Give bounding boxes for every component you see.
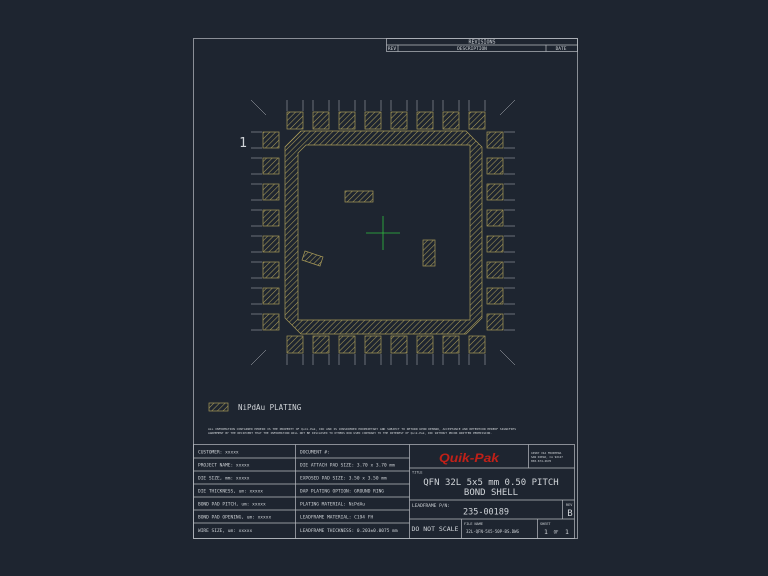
lead-pad-left [262,131,280,149]
lead-pad-bottom [390,335,408,354]
center-crosshair [366,216,400,250]
die-thickness-field: DIE THICKNESS, um: xxxxx [198,489,263,495]
file-name-label: FILE NAME [464,522,483,526]
title-label: TITLE [412,471,423,475]
leadframe-material-field: LEADFRAME MATERIAL: C194 FH [300,515,373,521]
lead-pad-top [338,111,356,130]
engineering-drawing: REVISIONS REV DESCRIPTION DATE 1 NiPdAu … [193,38,578,539]
lead-pad-left [262,209,280,227]
lead-pad-left [262,157,280,175]
lead-pad-top [286,111,304,130]
leadframe-pn-value: 235-00189 [463,508,509,518]
pin-tick [499,349,516,366]
sheet-number: 1 [544,528,548,536]
drawing-title-line-2: BOND SHELL [464,488,518,498]
leadframe-thickness-field: LEADFRAME THICKNESS: 0.203±0.0075 mm [300,528,398,534]
lead-pad-top [312,111,330,130]
lead-pad-top [416,111,434,130]
rev-col-header: REV [388,46,396,52]
lead-pad-left [262,313,280,331]
plated-patch-top [344,190,374,203]
pin-tick [250,99,267,116]
lead-pad-left [262,183,280,201]
lead-pad-bottom [286,335,304,354]
date-col-header: DATE [556,46,567,52]
description-col-header: DESCRIPTION [457,46,487,52]
lead-pad-right [486,183,504,201]
lead-pad-left [262,261,280,279]
bond-pad-pitch-field: BOND PAD PITCH, um: xxxxx [198,502,266,508]
lead-pad-right [486,287,504,305]
qfn-package-drawing: 1 [239,99,516,366]
sheet-of: OF [554,530,559,535]
company-logo: Quik-Pak [439,451,501,465]
pin-one-marker: 1 [239,136,247,151]
project-name-field: PROJECT NAME: xxxxx [198,463,250,469]
document-number-field: DOCUMENT #: [300,450,330,456]
lead-pad-right [486,209,504,227]
lead-pad-top [364,111,382,130]
exposed-pad-size-field: EXPOSED PAD SIZE: 3.50 x 3.50 mm [300,476,387,482]
disclaimer-line-2: AGREEMENT BY THE RECIPIENT THAT THE INFO… [208,431,492,435]
disclaimer-line-1: ALL INFORMATION CONTAINED HEREIN IS THE … [208,427,516,431]
lead-pad-right [486,157,504,175]
rev-label: REV [566,503,573,507]
lead-pad-left [262,235,280,253]
company-address-3: 858-674-4676 [531,459,552,463]
lead-pad-top [468,111,486,130]
plating-material-field: PLATING MATERIAL: NiPdAu [300,502,365,508]
dap-plating-option-field: DAP PLATING OPTION: GROUND RING [300,489,384,495]
customer-field: CUSTOMER: xxxxx [198,450,239,456]
legend: NiPdAu PLATING [208,402,302,412]
lead-pad-right [486,261,504,279]
lead-pad-right [486,235,504,253]
leadframe-pn-label: LEADFRAME P/N: [412,503,450,509]
pin-tick [499,99,516,116]
lead-pad-right [486,131,504,149]
die-attach-pad-size-field: DIE ATTACH PAD SIZE: 3.70 x 3.70 mm [300,463,395,469]
legend-swatch [208,402,229,412]
lead-pad-top [442,111,460,130]
revisions-title: REVISIONS [468,40,495,46]
lead-pad-bottom [312,335,330,354]
plated-patch-left [301,250,324,267]
lead-pad-top [390,111,408,130]
ground-ring [284,130,483,335]
drawing-title-line-1: QFN 32L 5x5 mm 0.50 PITCH [423,478,558,488]
lead-pad-bottom [468,335,486,354]
lead-pad-bottom [338,335,356,354]
bond-pad-opening-field: BOND PAD OPENING, um: xxxxx [198,515,271,521]
sheet-total: 1 [565,528,569,536]
die-size-field: DIE SIZE, mm: xxxxx [198,476,250,482]
lead-pad-bottom [364,335,382,354]
pin-tick [250,349,267,366]
lead-pad-left [262,287,280,305]
lead-pad-bottom [416,335,434,354]
wire-size-field: WIRE SIZE, um: xxxxx [198,528,252,534]
revision-block: REVISIONS REV DESCRIPTION DATE [386,38,578,52]
logo-text: Quik-Pak [439,451,501,465]
plated-patch-right [422,239,436,267]
legend-label: NiPdAu PLATING [238,403,302,412]
rev-value: B [567,509,572,519]
lead-pad-bottom [442,335,460,354]
do-not-scale: DO NOT SCALE [412,525,459,533]
sheet-label: SHEET [540,522,551,526]
file-name-value: 32L-QFN-5X5-50P-BS.DWG [466,529,520,534]
lead-pad-right [486,313,504,331]
